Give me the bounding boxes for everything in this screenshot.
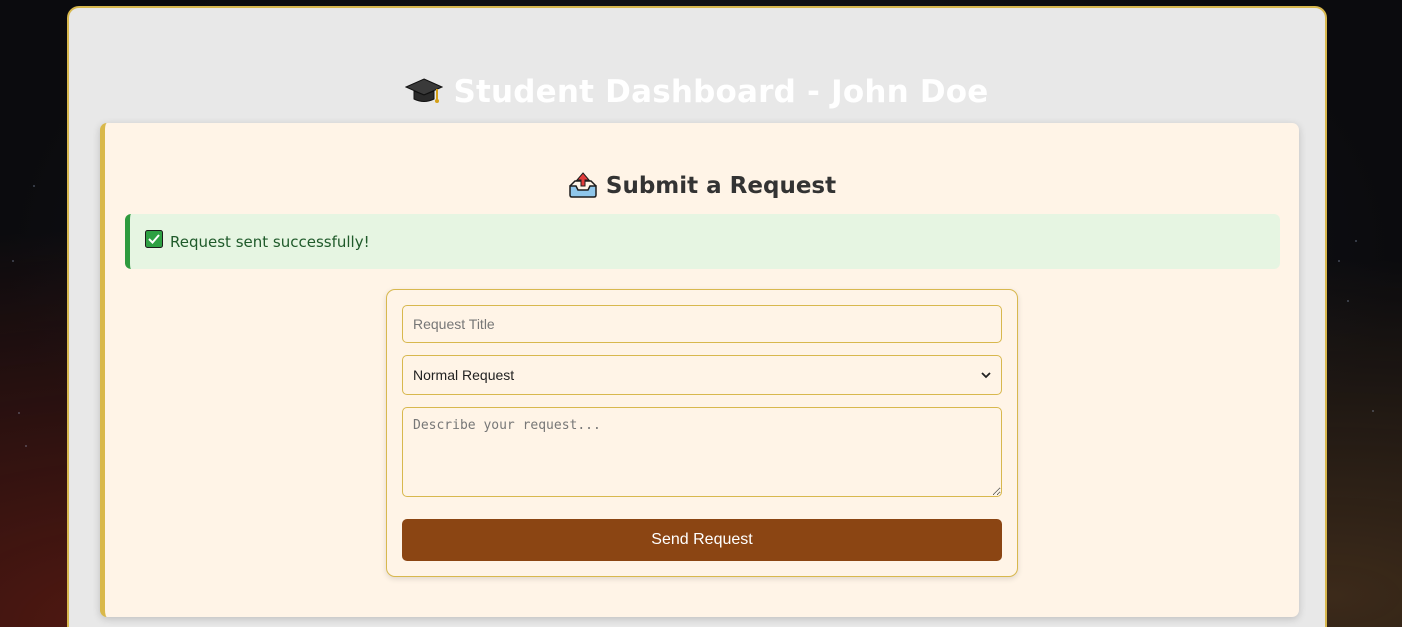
success-alert: Request sent successfully! bbox=[125, 214, 1280, 269]
request-description-textarea[interactable] bbox=[402, 407, 1002, 497]
dashboard-container: Student Dashboard - John Doe Submit a Re… bbox=[67, 6, 1327, 627]
request-card-title-text: Submit a Request bbox=[605, 173, 837, 199]
outbox-tray-icon bbox=[568, 172, 598, 207]
request-form: Normal Request Send Request bbox=[386, 289, 1018, 577]
request-card-title: Submit a Request bbox=[105, 170, 1299, 207]
send-request-button[interactable]: Send Request bbox=[402, 519, 1002, 561]
graduation-cap-icon bbox=[405, 76, 444, 116]
success-message: Request sent successfully! bbox=[170, 232, 370, 251]
page-title: Student Dashboard - John Doe bbox=[69, 72, 1325, 116]
request-title-input[interactable] bbox=[402, 305, 1002, 343]
page-title-text: Student Dashboard - John Doe bbox=[453, 74, 989, 110]
chevron-down-icon bbox=[980, 368, 992, 380]
request-card: Submit a Request Request sent successful… bbox=[100, 123, 1299, 617]
check-mark-icon bbox=[145, 230, 163, 253]
request-type-select[interactable]: Normal Request bbox=[402, 355, 1002, 395]
